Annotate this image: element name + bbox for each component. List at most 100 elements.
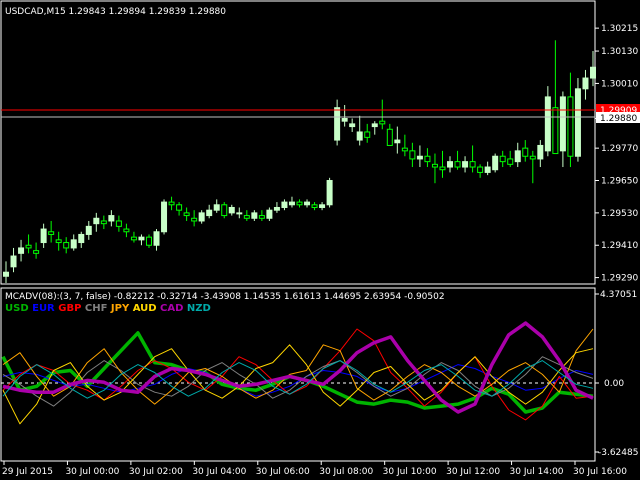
candle-body xyxy=(544,96,551,152)
candle-body xyxy=(168,201,175,206)
candle-body xyxy=(251,212,258,219)
price-tick-label: 1.30130 xyxy=(601,47,638,57)
candle-body xyxy=(514,150,521,163)
candle-body xyxy=(108,215,115,222)
candle-body xyxy=(55,239,62,244)
candle-body xyxy=(198,212,205,222)
candle-body xyxy=(416,155,423,160)
candle-body xyxy=(484,166,491,173)
candle-body xyxy=(311,204,318,208)
candle-body xyxy=(379,120,386,125)
time-label: 29 Jul 2015 xyxy=(2,467,53,477)
candle-body xyxy=(334,107,341,141)
candle-body xyxy=(424,155,431,163)
candle-body xyxy=(10,255,17,268)
candle-body xyxy=(243,215,250,219)
legend-gbp: GBP xyxy=(58,303,85,314)
candle-body xyxy=(454,161,461,168)
time-axis: 29 Jul 2015 30 Jul 00:00 30 Jul 02:00 30 Ju… xyxy=(2,461,627,477)
candle-body xyxy=(492,155,499,171)
candle-body xyxy=(18,247,25,254)
candle-body xyxy=(93,217,100,225)
candle-body xyxy=(537,144,544,160)
candle-body xyxy=(469,161,476,168)
main-chart-header: USDCAD,M15 1.29843 1.29894 1.29839 1.298… xyxy=(5,7,226,17)
legend-nzd: NZD xyxy=(187,303,211,314)
price-tick-label: 1.29650 xyxy=(601,177,638,187)
candle-body xyxy=(288,201,295,206)
main-pane-border xyxy=(0,0,596,285)
candle-body xyxy=(63,242,70,249)
time-label: 30 Jul 16:00 xyxy=(573,467,627,477)
candles xyxy=(3,40,596,283)
price-tick-label: 1.29770 xyxy=(601,144,638,154)
time-label: 30 Jul 06:00 xyxy=(256,467,310,477)
indicator-min-label: -3.62485 xyxy=(598,448,638,458)
time-label: 30 Jul 12:00 xyxy=(446,467,500,477)
price-tick-label: 1.30010 xyxy=(601,79,638,89)
candle-body xyxy=(138,236,145,241)
chart-window[interactable]: 1.30215 1.30130 1.30010 1.29880 1.29770 1.296… xyxy=(0,0,640,480)
indicator-lines xyxy=(1,321,594,425)
candle-body xyxy=(319,204,326,208)
candle-body xyxy=(48,231,55,235)
candle-body xyxy=(394,139,401,144)
candle-body xyxy=(582,77,589,90)
candle-body xyxy=(228,206,235,214)
candle-body xyxy=(3,271,9,277)
candle-body xyxy=(559,96,566,152)
time-label: 30 Jul 14:00 xyxy=(510,467,564,477)
candle-body xyxy=(70,239,77,249)
candle-body xyxy=(100,220,107,225)
time-label: 30 Jul 00:00 xyxy=(65,467,119,477)
candle-body xyxy=(574,88,581,157)
candle-body xyxy=(266,209,273,219)
candle-body xyxy=(273,206,280,211)
candle-body xyxy=(522,147,529,157)
candle-body xyxy=(296,201,303,206)
candle-body xyxy=(183,212,190,217)
price-tick-label: 1.29290 xyxy=(601,274,638,284)
candle-body xyxy=(477,166,484,173)
legend-eur: EUR xyxy=(32,303,58,314)
candle-body xyxy=(529,155,536,160)
candle-body xyxy=(409,150,416,160)
candle-body xyxy=(145,236,152,246)
legend-usd: USD xyxy=(5,303,32,314)
price-tick-label: 1.30215 xyxy=(601,24,638,34)
candle-body xyxy=(115,220,122,227)
candle-body xyxy=(123,228,130,233)
candle-body xyxy=(176,204,183,211)
candle-body xyxy=(213,204,220,211)
price-tick-label: 1.29410 xyxy=(601,241,638,251)
candle-body xyxy=(153,231,160,246)
candle-body xyxy=(85,225,92,235)
candle-body xyxy=(590,66,596,79)
candle-body xyxy=(567,96,574,157)
time-label: 30 Jul 08:00 xyxy=(319,467,373,477)
candle-body xyxy=(462,161,469,168)
candle-body xyxy=(552,107,559,155)
currency-legend: USD EUR GBP CHF JPY AUD CAD NZD xyxy=(5,303,211,314)
candle-body xyxy=(281,201,288,208)
candle-body xyxy=(431,163,438,168)
candle-body xyxy=(349,123,356,128)
time-label: 30 Jul 04:00 xyxy=(192,467,246,477)
candle-body xyxy=(439,166,446,171)
candle-body xyxy=(236,212,243,215)
candle-body xyxy=(33,250,40,254)
candle-body xyxy=(401,147,408,152)
candle-body xyxy=(507,158,514,165)
price-axis: 1.30215 1.30130 1.30010 1.29880 1.29770 1.296… xyxy=(595,24,638,284)
candle-body xyxy=(447,161,454,168)
candle-body xyxy=(25,244,32,249)
chart-svg[interactable]: 1.30215 1.30130 1.30010 1.29880 1.29770 1.296… xyxy=(0,0,640,480)
legend-aud: AUD xyxy=(133,303,160,314)
candle-body xyxy=(356,131,363,141)
candle-body xyxy=(258,215,265,219)
candle-body xyxy=(221,204,228,217)
candle-body xyxy=(78,233,85,244)
indicator-max-label: 4.37051 xyxy=(600,290,637,300)
indicator-zero-label: 0.00 xyxy=(604,379,624,389)
legend-chf: CHF xyxy=(85,303,111,314)
